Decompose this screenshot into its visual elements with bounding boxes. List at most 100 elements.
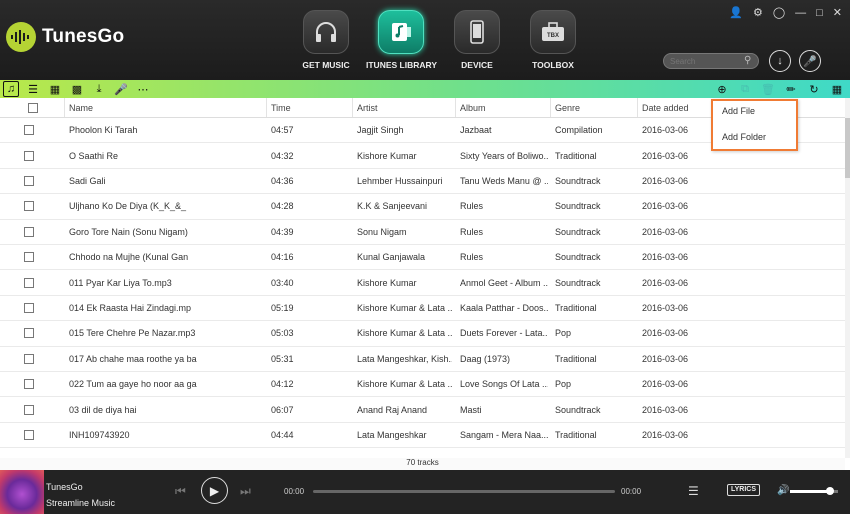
cell-album: Sangam - Mera Naa...: [460, 429, 548, 440]
cell-album: Jazbaat: [460, 125, 492, 136]
cell-artist: Kishore Kumar: [357, 150, 417, 161]
nav-get-music[interactable]: GET MUSIC: [291, 10, 361, 76]
cell-album: Tanu Weds Manu @ ...: [460, 175, 548, 186]
table-row[interactable]: 017 Ab chahe maa roothe ya ba 05:31 Lata M…: [0, 346, 845, 372]
total-time: 00:00: [621, 487, 642, 496]
row-checkbox-cell[interactable]: [24, 169, 54, 193]
previous-icon[interactable]: ⏮: [175, 484, 186, 499]
row-checkbox-cell[interactable]: [24, 270, 54, 294]
cell-time: 05:03: [271, 328, 294, 339]
row-checkbox-cell[interactable]: [24, 372, 54, 396]
table-row[interactable]: 015 Tere Chehre Pe Nazar.mp3 05:03 Kishore…: [0, 321, 845, 347]
cell-date-added: 2016-03-06: [642, 379, 689, 390]
tv-show-icon[interactable]: ▩: [69, 81, 85, 97]
col-header-name[interactable]: Name: [64, 98, 266, 117]
select-all-checkbox-cell[interactable]: [24, 98, 64, 117]
record-button[interactable]: 🎤: [799, 50, 821, 72]
row-checkbox-cell[interactable]: [24, 194, 54, 218]
row-checkbox[interactable]: [24, 252, 34, 263]
col-header-album[interactable]: Album: [455, 98, 550, 117]
playlist-queue-icon[interactable]: ☰: [688, 484, 699, 498]
row-checkbox-cell[interactable]: [24, 220, 54, 244]
row-checkbox[interactable]: [24, 175, 34, 186]
cell-artist: Anand Raj Anand: [357, 404, 428, 415]
table-row[interactable]: 011 Pyar Kar Liya To.mp3 03:40 Kishore Kum…: [0, 270, 845, 296]
row-checkbox-cell[interactable]: [24, 347, 54, 371]
row-checkbox-cell[interactable]: [24, 397, 54, 421]
col-header-artist[interactable]: Artist: [352, 98, 455, 117]
table-row[interactable]: 022 Tum aa gaye ho noor aa ga 04:12 Kishor…: [0, 372, 845, 398]
trash-icon[interactable]: 🗑: [761, 81, 775, 97]
row-checkbox[interactable]: [24, 302, 34, 313]
search-icon[interactable]: ⚲: [744, 55, 751, 66]
add-icon[interactable]: ⊕: [715, 81, 729, 97]
grid-view-icon[interactable]: ▦: [830, 81, 844, 97]
row-checkbox[interactable]: [24, 429, 34, 440]
play-button[interactable]: ▶: [201, 477, 228, 504]
table-row[interactable]: Chhodo na Mujhe (Kunal Gan 04:16 Kunal Gan…: [0, 245, 845, 271]
gear-icon[interactable]: ⚙: [753, 6, 763, 19]
row-checkbox[interactable]: [24, 379, 34, 390]
cell-time: 04:39: [271, 226, 294, 237]
add-file-menu-item[interactable]: Add File: [722, 106, 755, 116]
row-checkbox[interactable]: [24, 125, 34, 136]
vertical-scrollbar[interactable]: [845, 98, 850, 458]
volume-knob[interactable]: [826, 487, 834, 495]
nav-device[interactable]: DEVICE: [442, 10, 512, 76]
cell-name: 017 Ab chahe maa roothe ya ba: [69, 353, 197, 364]
table-row[interactable]: INH109743920 04:44 Lata Mangeshkar Sangam -…: [0, 422, 845, 449]
cell-artist: Kunal Ganjawala: [357, 252, 426, 263]
music-note-icon[interactable]: ♫: [3, 81, 19, 97]
add-folder-menu-item[interactable]: Add Folder: [722, 132, 766, 142]
row-checkbox-cell[interactable]: [24, 245, 54, 269]
row-checkbox-cell[interactable]: [24, 423, 54, 447]
podcast-download-icon[interactable]: ⤓: [91, 81, 107, 97]
cell-time: 03:40: [271, 277, 294, 288]
select-all-checkbox[interactable]: [28, 102, 38, 113]
row-checkbox[interactable]: [24, 353, 34, 364]
lyrics-button[interactable]: LYRICS: [727, 484, 761, 496]
col-header-time[interactable]: Time: [266, 98, 352, 117]
row-checkbox[interactable]: [24, 277, 34, 288]
table-row[interactable]: Sadi Gali 04:36 Lehmber Hussainpuri Tanu We…: [0, 168, 845, 195]
cell-name: INH109743920: [69, 429, 130, 440]
row-checkbox[interactable]: [24, 201, 34, 212]
table-row[interactable]: Uljhano Ko De Diya (K_K_&_ 04:28 K.K & San…: [0, 194, 845, 220]
minimize-icon[interactable]: —: [795, 7, 806, 19]
maximize-icon[interactable]: □: [816, 7, 823, 19]
row-checkbox-cell[interactable]: [24, 143, 54, 167]
cell-artist: Sonu Nigam: [357, 226, 407, 237]
download-button[interactable]: ↓: [769, 50, 791, 72]
col-header-genre[interactable]: Genre: [550, 98, 637, 117]
table-row[interactable]: 014 Ek Raasta Hai Zindagi.mp 05:19 Kishore…: [0, 295, 845, 322]
row-checkbox[interactable]: [24, 404, 34, 415]
progress-bar[interactable]: [313, 490, 615, 493]
export-icon[interactable]: ⧉: [738, 81, 752, 97]
cell-genre: Soundtrack: [555, 226, 601, 237]
row-checkbox-cell[interactable]: [24, 118, 54, 142]
film-icon[interactable]: ▦: [47, 81, 63, 97]
row-checkbox-cell[interactable]: [24, 321, 54, 345]
table-row[interactable]: Goro Tore Nain (Sonu Nigam) 04:39 Sonu Nig…: [0, 219, 845, 245]
toggle-icon[interactable]: ◯: [773, 6, 785, 19]
nav-label: GET MUSIC: [302, 60, 350, 70]
volume-icon[interactable]: 🔊: [777, 485, 789, 496]
row-checkbox-cell[interactable]: [24, 296, 54, 320]
refresh-icon[interactable]: ↻: [807, 81, 821, 97]
more-icon[interactable]: ⋯: [135, 81, 151, 97]
row-checkbox[interactable]: [24, 226, 34, 237]
microphone-icon[interactable]: 🎤: [113, 81, 129, 97]
row-checkbox[interactable]: [24, 150, 34, 161]
next-icon[interactable]: ⏭: [240, 484, 251, 499]
user-icon[interactable]: 👤: [729, 6, 743, 19]
playlist-icon[interactable]: ☰: [25, 81, 41, 97]
nav-toolbox[interactable]: TBX TOOLBOX: [518, 10, 588, 76]
close-icon[interactable]: ✕: [833, 6, 842, 19]
cell-album: Duets Forever - Lata...: [460, 328, 548, 339]
clean-brush-icon[interactable]: ✏: [784, 81, 798, 97]
cell-album: Kaala Patthar - Doos...: [460, 302, 548, 313]
nav-itunes-library[interactable]: ITUNES LIBRARY: [366, 10, 437, 76]
row-checkbox[interactable]: [24, 328, 34, 339]
table-row[interactable]: 03 dil de diya hai 06:07 Anand Raj Anand Ma…: [0, 397, 845, 423]
scrollbar-thumb[interactable]: [845, 118, 850, 178]
